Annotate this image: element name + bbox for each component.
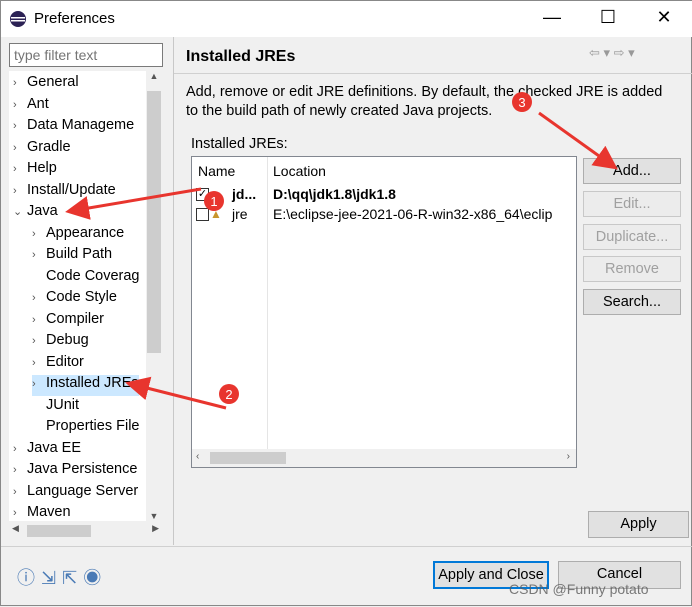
annotation-arrow-2 [125, 376, 227, 410]
annotation-badge-1: 1 [204, 191, 224, 211]
annotation-overlay: 1 2 3 [65, 92, 618, 410]
svg-text:2: 2 [225, 387, 232, 402]
svg-text:1: 1 [210, 194, 217, 209]
annotation-badge-3: 3 [512, 92, 532, 112]
annotation-arrow-3 [538, 111, 618, 170]
annotation-arrow-1 [65, 187, 202, 220]
annotation-badge-2: 2 [219, 384, 239, 404]
svg-text:3: 3 [518, 95, 525, 110]
